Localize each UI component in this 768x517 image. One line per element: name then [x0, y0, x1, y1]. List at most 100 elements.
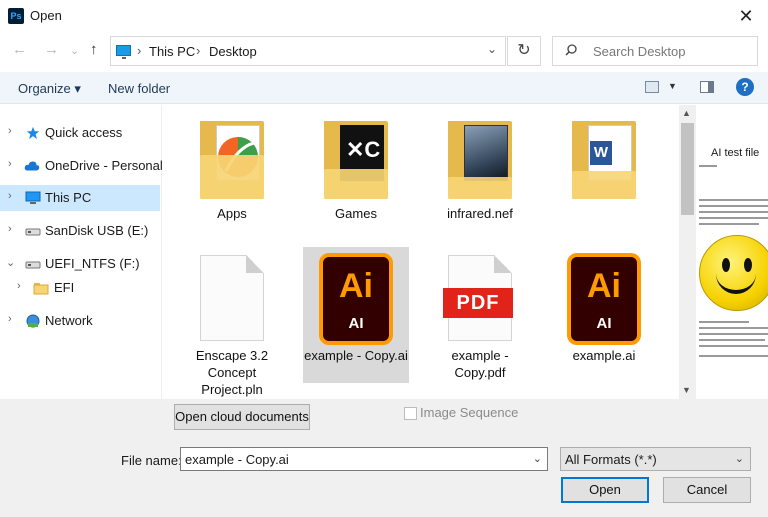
- organize-menu[interactable]: Organize ▾: [18, 81, 81, 97]
- file-name: example - Copy.ai: [304, 348, 408, 363]
- folder-icon: [33, 283, 49, 295]
- scroll-up-icon[interactable]: ▲: [682, 108, 691, 118]
- expand-arrow-icon[interactable]: ›: [8, 223, 12, 235]
- folder-icon: [448, 121, 512, 199]
- cancel-button[interactable]: Cancel: [663, 477, 751, 503]
- preview-pane: AI test file: [697, 105, 768, 399]
- file-name-input[interactable]: example - Copy.ai ⌄: [180, 447, 548, 471]
- drive-icon: [25, 261, 41, 269]
- up-arrow-icon[interactable]: ↑: [90, 41, 98, 58]
- window-title: Open: [30, 8, 62, 23]
- dialog-footer: Open cloud documents Image Sequence File…: [0, 399, 768, 517]
- preview-text-line: [699, 223, 759, 225]
- file-item-word-folder[interactable]: W: [551, 105, 657, 241]
- title-bar: Ps Open ✕: [0, 0, 768, 32]
- chevron-right-icon: ›: [196, 43, 201, 58]
- file-name: example - Copy.pdf: [451, 348, 509, 380]
- preview-text-line: [699, 333, 768, 335]
- search-input[interactable]: Search Desktop: [552, 36, 758, 66]
- file-item-apps[interactable]: Apps: [179, 105, 285, 241]
- navigation-pane: › Quick access › OneDrive - Personal › T…: [0, 105, 163, 399]
- word-icon: W: [590, 141, 612, 165]
- preview-text-line: [699, 211, 768, 213]
- sidebar-item-label: This PC: [45, 190, 92, 205]
- change-view-icon[interactable]: [645, 81, 659, 93]
- preview-text-line: [699, 339, 765, 341]
- file-name: Games: [335, 206, 377, 221]
- file-type-select[interactable]: All Formats (*.*) ⌄: [560, 447, 751, 471]
- document-icon: [200, 255, 264, 341]
- open-button[interactable]: Open: [561, 477, 649, 503]
- forward-arrow-icon[interactable]: →: [44, 41, 59, 58]
- search-placeholder: Search Desktop: [593, 44, 686, 59]
- preview-text-line: [699, 345, 768, 347]
- expand-arrow-icon[interactable]: ›: [8, 125, 12, 137]
- file-name-label: File name:: [121, 453, 182, 468]
- illustrator-file-icon: Ai AI: [567, 253, 641, 345]
- preview-title: AI test file: [711, 147, 760, 159]
- open-cloud-documents-button[interactable]: Open cloud documents: [174, 404, 310, 430]
- chevron-down-icon[interactable]: ⌄: [533, 452, 542, 465]
- preview-pane-icon[interactable]: [700, 81, 714, 93]
- preview-text-line: [699, 321, 749, 323]
- file-name: example.ai: [572, 348, 636, 363]
- expand-arrow-icon[interactable]: ›: [8, 190, 12, 202]
- file-name: Apps: [217, 206, 247, 221]
- breadcrumb-this-pc[interactable]: This PC: [149, 44, 195, 59]
- address-bar[interactable]: › This PC › Desktop ⌄: [110, 36, 506, 66]
- folder-icon: [200, 121, 264, 199]
- preview-text-line: [699, 199, 768, 201]
- smiley-face-image: [699, 235, 768, 311]
- breadcrumb-desktop[interactable]: Desktop: [209, 44, 257, 59]
- scroll-thumb[interactable]: [681, 123, 694, 215]
- folder-icon: W: [572, 121, 636, 199]
- expand-arrow-icon[interactable]: ›: [8, 313, 12, 325]
- file-list: Apps ✕C Games infrared.nef W Enscape 3.2…: [163, 105, 679, 399]
- file-item-games[interactable]: ✕C Games: [303, 105, 409, 241]
- chevron-down-icon[interactable]: ⌄: [487, 42, 497, 56]
- sidebar-item-this-pc[interactable]: › This PC: [0, 185, 160, 211]
- file-item-infrared-nef[interactable]: infrared.nef: [427, 105, 533, 241]
- chevron-right-icon: ›: [137, 43, 142, 58]
- this-pc-icon: [116, 45, 131, 59]
- sidebar-item-label: Network: [45, 313, 93, 328]
- expand-arrow-icon[interactable]: ›: [17, 280, 21, 292]
- pc-icon: [25, 191, 41, 204]
- file-name: Enscape 3.2 Concept Project.pln: [195, 348, 269, 397]
- file-item-enscape-pln[interactable]: Enscape 3.2 Concept Project.pln: [179, 247, 285, 397]
- preview-text-line: [699, 165, 717, 167]
- close-button[interactable]: ✕: [732, 3, 760, 29]
- sidebar-item-quick-access[interactable]: › Quick access: [0, 120, 160, 146]
- back-arrow-icon[interactable]: ←: [12, 41, 27, 58]
- sidebar-item-uefi-ntfs[interactable]: ⌄ UEFI_NTFS (F:): [0, 251, 160, 277]
- sidebar-item-onedrive[interactable]: › OneDrive - Personal: [0, 153, 163, 179]
- collapse-arrow-icon[interactable]: ⌄: [6, 256, 15, 269]
- file-item-example-copy-ai[interactable]: Ai AI example - Copy.ai: [303, 247, 409, 383]
- new-folder-button[interactable]: New folder: [108, 81, 170, 96]
- chevron-down-icon: ⌄: [734, 453, 744, 465]
- vertical-scrollbar[interactable]: ▲ ▼: [679, 105, 696, 399]
- drive-icon: [25, 228, 41, 236]
- file-name-value: example - Copy.ai: [185, 452, 289, 467]
- search-icon: [565, 44, 577, 56]
- sidebar-item-label: UEFI_NTFS (F:): [45, 256, 140, 271]
- command-bar: Organize ▾ New folder ▼ ?: [0, 72, 768, 104]
- refresh-button[interactable]: ↻: [507, 36, 541, 66]
- scroll-down-icon[interactable]: ▼: [682, 385, 691, 395]
- preview-text-line: [699, 355, 768, 357]
- expand-arrow-icon[interactable]: ›: [8, 158, 12, 170]
- sidebar-item-network[interactable]: › Network: [0, 308, 160, 334]
- recent-locations-icon[interactable]: ⌄: [70, 44, 79, 57]
- view-options-caret-icon[interactable]: ▼: [668, 81, 677, 91]
- games-thumbnail: ✕C: [346, 137, 381, 162]
- navigation-bar: ← → ⌄ ↑ › This PC › Desktop ⌄ ↻ Search D…: [0, 32, 768, 70]
- help-icon[interactable]: ?: [736, 78, 754, 96]
- folder-icon: ✕C: [324, 121, 388, 199]
- image-sequence-checkbox[interactable]: [404, 407, 417, 420]
- file-item-example-ai[interactable]: Ai AI example.ai: [551, 247, 657, 383]
- sidebar-item-efi[interactable]: › EFI: [0, 275, 160, 301]
- file-item-example-copy-pdf[interactable]: PDF example - Copy.pdf: [427, 247, 533, 383]
- preview-text-line: [699, 205, 768, 207]
- sidebar-item-sandisk-usb[interactable]: › SanDisk USB (E:): [0, 218, 160, 244]
- preview-text-line: [699, 327, 768, 329]
